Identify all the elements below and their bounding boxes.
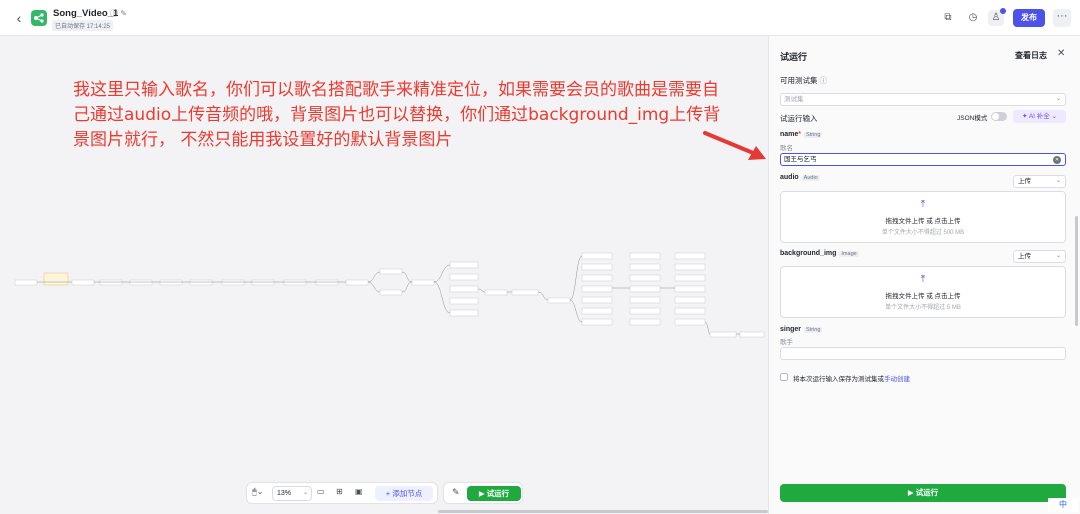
view-log-button[interactable]: 查看日志	[1015, 50, 1047, 61]
manual-create-link[interactable]: 手动创建	[884, 376, 910, 383]
panel-title: 试运行	[780, 52, 808, 62]
ai-fill-label: ✦ AI 补全	[1021, 113, 1050, 120]
copy-icon[interactable]: ⧉	[940, 10, 956, 26]
name-value: 国王与乞丐	[784, 156, 817, 163]
red-arrow-to-name-field	[703, 131, 766, 160]
singer-field-label: singer String	[780, 326, 823, 333]
horizontal-scrollbar[interactable]	[438, 510, 768, 513]
zoom-select[interactable]: 13% ⌄	[272, 486, 312, 501]
top-header: ‹ Song_Video_1 ⓘ ✎ 已自动保存 17:14:25 ⧉ ◷ ♙ …	[0, 0, 1080, 36]
singer-label-text: singer	[780, 326, 802, 333]
upload-text: 拖拽文件上传 或 点击上传	[885, 293, 961, 300]
notification-dot	[1000, 8, 1006, 14]
upload-text: 拖拽文件上传 或 点击上传	[885, 218, 961, 225]
test-run-button-canvas[interactable]: ▶ 试运行	[467, 486, 521, 501]
audio-label-text: audio	[780, 174, 799, 181]
close-icon[interactable]: ✕	[1057, 48, 1065, 59]
clear-icon[interactable]: ✕	[1053, 156, 1061, 164]
test-run-button[interactable]: ▶ 试运行	[780, 484, 1066, 502]
grid-layout-icon[interactable]: ⊞	[336, 487, 343, 496]
type-tag: String	[804, 327, 823, 333]
background-img-mode-value: 上传	[1018, 253, 1031, 260]
more-options-button[interactable]: ···	[1053, 9, 1071, 27]
back-chevron-icon[interactable]: ‹	[12, 10, 26, 26]
audio-mode-select[interactable]: 上传 ⌄	[1013, 175, 1066, 188]
audio-field-label: audio Audio	[780, 174, 820, 181]
chevron-down-icon: ⌄	[1055, 253, 1061, 259]
name-description: 歌名	[780, 145, 793, 152]
info-icon: ⓘ	[819, 76, 828, 85]
type-tag: Image	[839, 251, 859, 257]
test-set-select[interactable]: 测试集 ⌄	[780, 93, 1066, 106]
background-img-upload-area[interactable]: ⤒ 拖拽文件上传 或 点击上传 单个文件大小不得超过 5 MB	[780, 266, 1066, 318]
json-mode-toggle[interactable]	[991, 112, 1007, 121]
required-mark: *	[798, 131, 802, 138]
background-img-label-text: background_img	[780, 250, 837, 257]
history-icon[interactable]: ◷	[965, 10, 981, 26]
run-toolbar: ✎ ▶ 试运行	[443, 482, 523, 504]
background-img-mode-select[interactable]: 上传 ⌄	[1013, 250, 1066, 263]
ime-indicator[interactable]: 中	[1048, 498, 1078, 512]
pen-icon[interactable]: ✎	[452, 487, 460, 498]
title-edit-icons[interactable]: ⓘ ✎	[110, 8, 127, 19]
canvas-toolbar: 🖱︎⌄ 13% ⌄ ▭ ⊞ ▣ + 添加节点	[246, 482, 438, 504]
save-as-test-set-checkbox[interactable]	[780, 373, 788, 381]
upload-hint: 单个文件大小不得超过 5 MB	[885, 305, 961, 311]
zoom-value: 13%	[277, 490, 292, 497]
test-input-label: 试运行输入	[780, 114, 818, 123]
pointer-mode-icon[interactable]: 🖱︎⌄	[252, 487, 264, 497]
background-img-field-label: background_img Image	[780, 250, 859, 257]
chevron-down-icon: ⌄	[1055, 178, 1061, 184]
panel-scrollbar[interactable]	[1075, 216, 1078, 326]
comment-icon[interactable]: ▭	[317, 487, 325, 496]
minimap-icon[interactable]: ▣	[355, 487, 363, 496]
workflow-nodes	[14, 252, 765, 338]
workflow-canvas[interactable]: 我这里只输入歌名，你们可以歌名搭配歌手来精准定位，如果需要会员的歌曲是需要自己通…	[0, 36, 768, 514]
chevron-down-icon: ⌄	[1055, 96, 1061, 102]
ai-fill-button[interactable]: ✦ AI 补全 ⌄	[1013, 110, 1066, 123]
zoom-chevron-icon: ⌄	[302, 490, 308, 496]
audio-mode-value: 上传	[1018, 178, 1031, 185]
test-run-panel: 试运行 查看日志 ✕ 可用测试集 ⓘ 测试集 ⌄ 试运行输入 JSON模式 ✦ A…	[768, 36, 1080, 514]
upload-icon: ⤒	[920, 274, 926, 285]
save-text: 将本次运行输入保存为测试集或	[793, 376, 884, 383]
singer-description: 歌手	[780, 339, 793, 346]
test-set-label: 可用测试集 ⓘ	[780, 75, 827, 86]
audio-upload-area[interactable]: ⤒ 拖拽文件上传 或 点击上传 单个文件大小不得超过 500 MB	[780, 191, 1066, 243]
publish-button[interactable]: 发布	[1013, 9, 1045, 27]
add-node-button[interactable]: + 添加节点	[375, 486, 433, 501]
type-tag: Audio	[801, 175, 820, 181]
autosave-status: 已自动保存 17:14:25	[52, 20, 114, 31]
name-field-label: name* String	[780, 131, 823, 138]
workflow-app-icon	[31, 10, 47, 26]
save-as-test-set-label: 将本次运行输入保存为测试集或手动创建	[793, 373, 910, 383]
type-tag: String	[804, 132, 823, 138]
singer-input[interactable]	[780, 347, 1066, 360]
name-input[interactable]: 国王与乞丐 ✕	[780, 153, 1066, 166]
upload-hint: 单个文件大小不得超过 500 MB	[881, 230, 965, 236]
test-set-placeholder: 测试集	[784, 96, 804, 103]
json-mode-label: JSON模式	[957, 115, 988, 122]
name-label-text: name	[780, 131, 799, 138]
upload-icon: ⤒	[920, 199, 926, 210]
workflow-graph	[14, 131, 766, 338]
workflow-title: Song_Video_1	[53, 8, 119, 19]
test-set-label-text: 可用测试集	[780, 76, 818, 85]
